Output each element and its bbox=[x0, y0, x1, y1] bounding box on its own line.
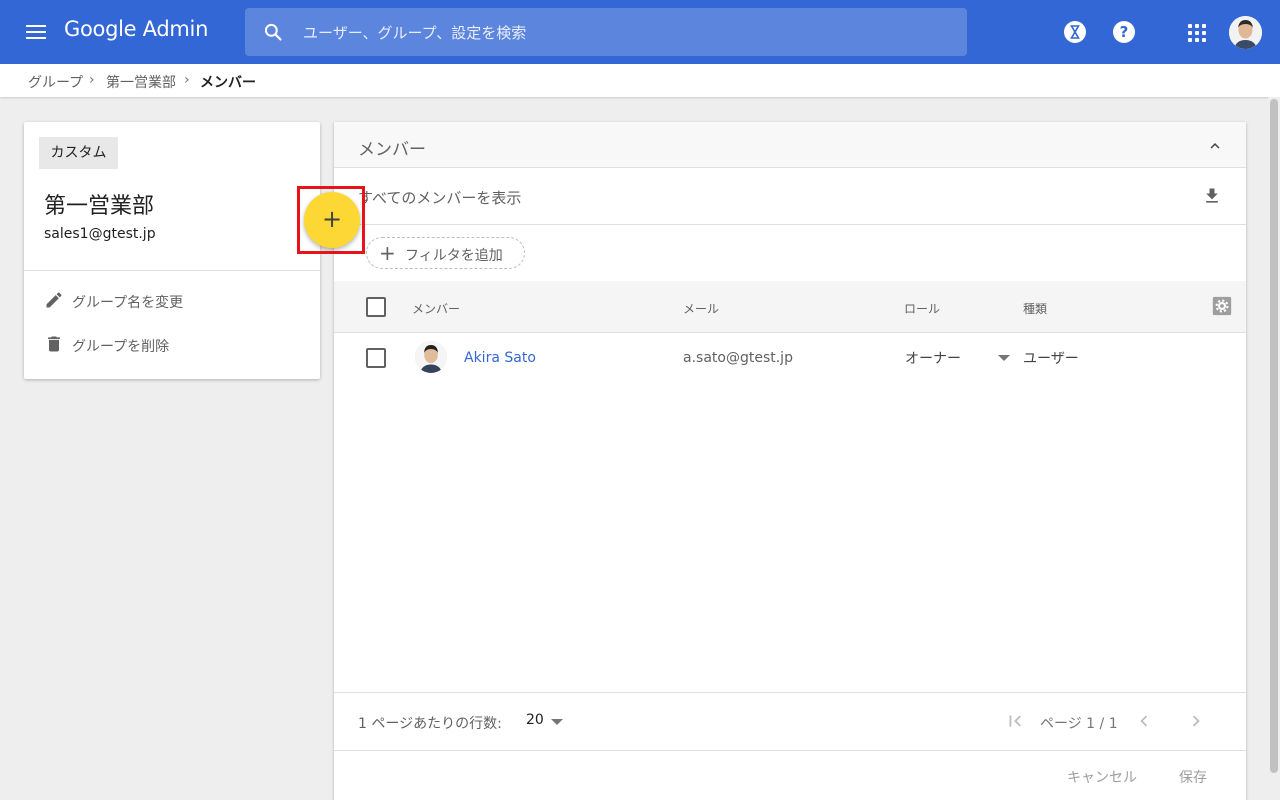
breadcrumb: グループ › 第一営業部 › メンバー bbox=[0, 64, 1280, 97]
search-bar[interactable]: ユーザー、グループ、設定を検索 bbox=[245, 8, 967, 56]
chevron-right-icon[interactable] bbox=[1185, 710, 1207, 732]
member-name-link[interactable]: Akira Sato bbox=[464, 350, 536, 366]
breadcrumb-separator: › bbox=[184, 72, 190, 88]
group-email: sales1@gtest.jp bbox=[44, 226, 156, 242]
delete-group-button[interactable]: グループを削除 bbox=[44, 334, 244, 358]
apps-icon[interactable] bbox=[1188, 24, 1206, 42]
cancel-button[interactable]: キャンセル bbox=[1067, 767, 1137, 787]
group-info-card: カスタム 第一営業部 sales1@gtest.jp グループ名を変更 グループ… bbox=[24, 122, 320, 379]
rows-per-page-select[interactable]: 20 bbox=[524, 709, 564, 733]
top-app-bar: Google Admin ユーザー、グループ、設定を検索 ? bbox=[0, 0, 1280, 64]
members-panel-title: メンバー bbox=[358, 140, 426, 160]
column-header-role[interactable]: ロール bbox=[904, 300, 940, 317]
role-value: オーナー bbox=[905, 351, 961, 367]
column-header-email[interactable]: メール bbox=[683, 300, 719, 317]
rename-group-button[interactable]: グループ名を変更 bbox=[44, 290, 244, 314]
pagination-bar: 1 ページあたりの行数: 20 ページ 1 / 1 bbox=[334, 692, 1246, 750]
column-header-type[interactable]: 種類 bbox=[1023, 300, 1047, 317]
download-icon[interactable] bbox=[1202, 185, 1222, 207]
caret-down-icon bbox=[998, 355, 1010, 361]
form-actions-bar: キャンセル 保存 bbox=[334, 750, 1246, 800]
table-row[interactable]: Akira Sato a.sato@gtest.jp オーナー ユーザー bbox=[334, 334, 1246, 382]
member-email: a.sato@gtest.jp bbox=[683, 350, 793, 366]
add-member-fab[interactable]: + bbox=[304, 192, 360, 248]
chevron-left-icon[interactable] bbox=[1133, 710, 1155, 732]
rename-group-label: グループ名を変更 bbox=[72, 295, 184, 311]
settings-gear-icon[interactable] bbox=[1212, 296, 1232, 316]
divider bbox=[334, 224, 1246, 225]
save-button[interactable]: 保存 bbox=[1179, 767, 1207, 787]
breadcrumb-current: メンバー bbox=[200, 75, 256, 91]
account-avatar[interactable] bbox=[1229, 16, 1262, 49]
page-indicator: ページ 1 / 1 bbox=[1040, 716, 1118, 732]
avatar bbox=[415, 341, 447, 373]
chevron-up-icon[interactable] bbox=[1206, 137, 1224, 155]
caret-down-icon bbox=[551, 719, 563, 725]
search-placeholder: ユーザー、グループ、設定を検索 bbox=[303, 24, 527, 42]
logo-google-text: Google bbox=[64, 17, 137, 41]
row-checkbox[interactable] bbox=[366, 348, 386, 368]
logo-admin-text: Admin bbox=[142, 17, 209, 41]
select-all-checkbox[interactable] bbox=[366, 297, 386, 317]
hourglass-icon[interactable] bbox=[1064, 21, 1086, 43]
delete-icon bbox=[48, 336, 60, 352]
rows-per-page-value: 20 bbox=[526, 712, 544, 728]
scrollbar-thumb[interactable] bbox=[1270, 99, 1278, 773]
add-filter-button[interactable]: + フィルタを追加 bbox=[366, 237, 525, 269]
breadcrumb-separator: › bbox=[89, 72, 95, 88]
members-panel: メンバー すべてのメンバーを表示 + フィルタを追加 メンバー メール ロール … bbox=[334, 122, 1246, 800]
breadcrumb-group-name[interactable]: 第一営業部 bbox=[106, 72, 176, 92]
search-icon bbox=[264, 23, 282, 41]
rows-per-page-label: 1 ページあたりの行数: bbox=[358, 716, 502, 732]
first-page-icon[interactable] bbox=[1004, 710, 1026, 732]
column-header-member[interactable]: メンバー bbox=[412, 300, 460, 317]
divider bbox=[24, 270, 320, 271]
members-table-header: メンバー メール ロール 種類 bbox=[334, 281, 1246, 333]
add-filter-label: フィルタを追加 bbox=[405, 248, 503, 264]
group-name: 第一営業部 bbox=[44, 194, 155, 219]
page-scrollbar[interactable] bbox=[1268, 97, 1280, 800]
members-panel-header: メンバー bbox=[334, 122, 1246, 168]
help-icon[interactable]: ? bbox=[1113, 21, 1135, 43]
view-all-members-link[interactable]: すべてのメンバーを表示 bbox=[358, 187, 521, 208]
role-dropdown[interactable]: オーナー bbox=[905, 345, 1010, 369]
delete-group-label: グループを削除 bbox=[72, 339, 170, 355]
google-admin-logo[interactable]: Google Admin bbox=[64, 17, 208, 41]
edit-icon bbox=[46, 292, 62, 308]
breadcrumb-groups[interactable]: グループ bbox=[28, 72, 83, 92]
menu-icon[interactable] bbox=[24, 20, 48, 44]
plus-icon: + bbox=[379, 241, 396, 265]
group-type-chip: カスタム bbox=[39, 137, 118, 169]
member-type: ユーザー bbox=[1023, 351, 1079, 367]
